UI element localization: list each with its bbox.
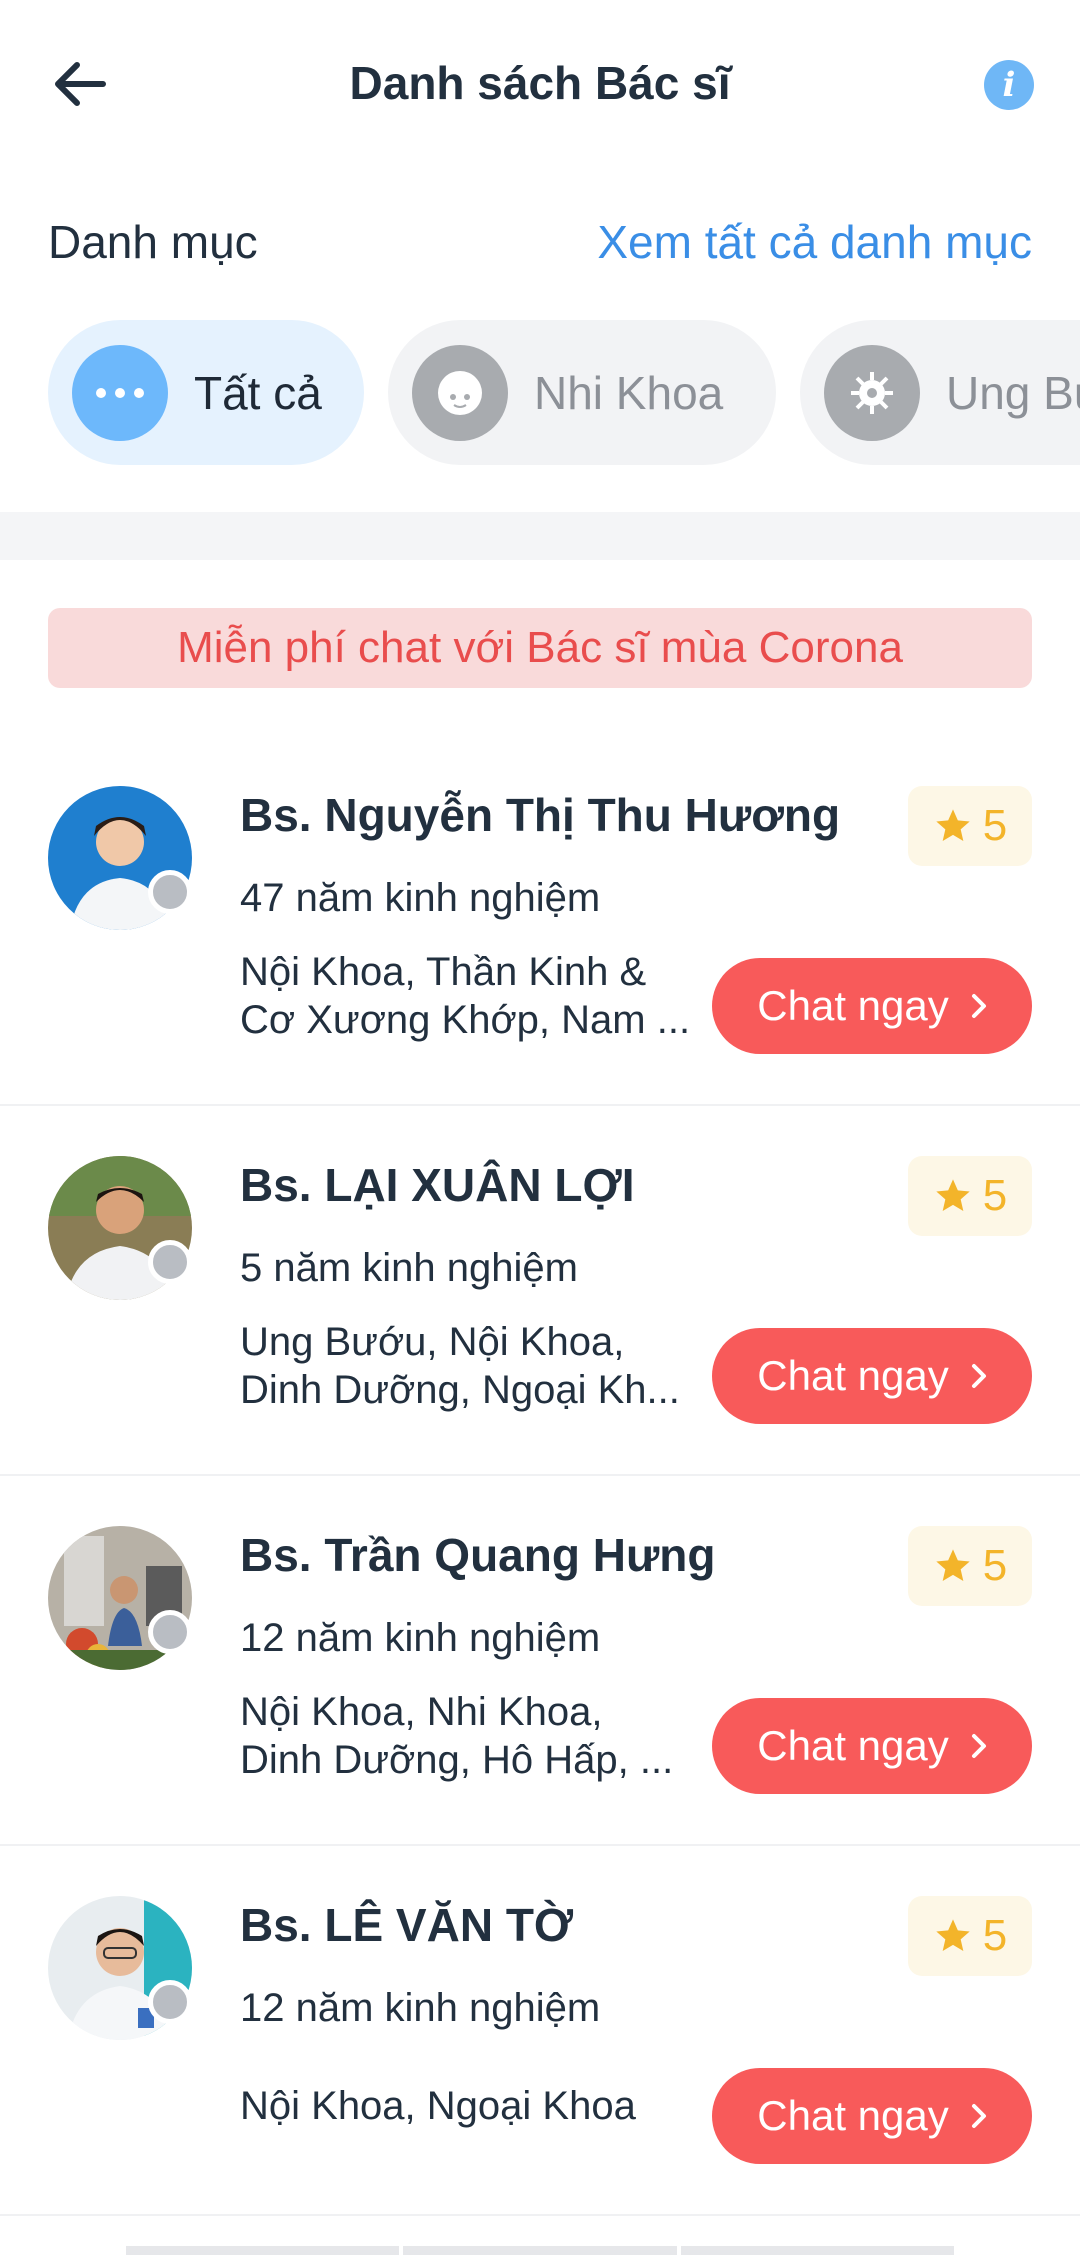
doctor-card[interactable]: Bs. LẠI XUÂN LỢI 5 5 năm kinh nghiệm Ung…	[0, 1106, 1080, 1476]
chat-button-label: Chat ngay	[757, 982, 949, 1029]
experience-text: 5 năm kinh nghiệm	[240, 1246, 578, 1290]
chip-all[interactable]: Tất cả	[48, 320, 364, 465]
chevron-right-icon	[971, 1364, 986, 1388]
rating-value: 5	[982, 1911, 1008, 1960]
category-heading: Danh mục	[48, 216, 258, 268]
tab-indicator-segment	[126, 2246, 400, 2255]
doctor-name: Bs. LẠI XUÂN LỢI	[240, 1159, 635, 1211]
chip-oncology[interactable]: Ung Bướu	[800, 320, 1080, 465]
page-title: Danh sách Bác sĩ	[349, 57, 731, 109]
specialties-line: Nội Khoa, Thần Kinh &	[240, 950, 647, 994]
bottom-tab-indicator	[126, 2246, 954, 2255]
virus-cell-icon	[824, 344, 920, 441]
category-chip-list: Tất cả Nhi Khoa Ung Bướu	[48, 320, 1080, 465]
doctor-name: Bs. Trần Quang Hưng	[240, 1529, 716, 1581]
chat-now-button[interactable]: Chat ngay	[712, 1698, 1032, 1794]
chip-label: Nhi Khoa	[534, 366, 724, 419]
promo-banner[interactable]: Miễn phí chat với Bác sĩ mùa Corona	[48, 608, 1032, 688]
specialties-line: Dinh Dưỡng, Hô Hấp, ...	[240, 1738, 674, 1782]
offline-status-dot	[148, 1240, 192, 1284]
specialties-text: Nội Khoa, Ngoại Khoa	[240, 2082, 700, 2130]
tab-indicator-segment	[403, 2246, 677, 2255]
chevron-right-icon	[971, 2104, 986, 2128]
rating-badge: 5	[908, 1896, 1032, 1976]
specialties-line: Cơ Xương Khớp, Nam ...	[240, 998, 691, 1042]
experience-text: 12 năm kinh nghiệm	[240, 1616, 601, 1660]
chip-label: Tất cả	[194, 366, 322, 419]
star-icon	[936, 1179, 970, 1211]
specialties-text: Nội Khoa, Nhi Khoa, Dinh Dưỡng, Hô Hấp, …	[240, 1688, 700, 1784]
offline-status-dot	[148, 1980, 192, 2024]
rating-value: 5	[982, 1171, 1008, 1220]
doctor-card[interactable]: Bs. Trần Quang Hưng 5 12 năm kinh nghiệm…	[0, 1476, 1080, 1846]
rating-badge: 5	[908, 1156, 1032, 1236]
info-icon[interactable]: i	[984, 60, 1034, 110]
star-icon	[936, 1919, 970, 1951]
rating-badge: 5	[908, 786, 1032, 866]
tab-indicator-segment	[680, 2246, 954, 2255]
chat-button-label: Chat ngay	[757, 1352, 949, 1399]
rating-badge: 5	[908, 1526, 1032, 1606]
chip-label: Ung Bướu	[946, 366, 1080, 419]
chat-button-label: Chat ngay	[757, 1722, 949, 1769]
view-all-categories-link[interactable]: Xem tất cả danh mục	[597, 215, 1032, 269]
specialties-line: Nội Khoa, Ngoại Khoa	[240, 2084, 636, 2128]
app-header: Danh sách Bác sĩ i	[0, 0, 1080, 170]
specialties-line: Nội Khoa, Nhi Khoa,	[240, 1690, 603, 1734]
chat-now-button[interactable]: Chat ngay	[712, 958, 1032, 1054]
more-dots-icon	[72, 344, 168, 441]
offline-status-dot	[148, 1610, 192, 1654]
offline-status-dot	[148, 870, 192, 914]
specialties-line: Ung Bướu, Nội Khoa,	[240, 1320, 625, 1364]
specialties-line: Dinh Dưỡng, Ngoại Kh...	[240, 1368, 680, 1412]
rating-value: 5	[982, 1541, 1008, 1590]
experience-text: 12 năm kinh nghiệm	[240, 1986, 601, 2030]
chevron-right-icon	[971, 1734, 986, 1758]
doctor-card[interactable]: Bs. Nguyễn Thị Thu Hương 5 47 năm kinh n…	[0, 736, 1080, 1106]
chat-button-label: Chat ngay	[757, 2092, 949, 2139]
section-divider	[0, 512, 1080, 560]
doctor-card[interactable]: Bs. LÊ VĂN TỜ 5 12 năm kinh nghiệm Nội K…	[0, 1846, 1080, 2216]
baby-face-icon	[412, 344, 508, 441]
chat-now-button[interactable]: Chat ngay	[712, 1328, 1032, 1424]
specialties-text: Ung Bướu, Nội Khoa, Dinh Dưỡng, Ngoại Kh…	[240, 1318, 700, 1414]
doctor-name: Bs. LÊ VĂN TỜ	[240, 1899, 574, 1951]
chip-pediatrics[interactable]: Nhi Khoa	[388, 320, 776, 465]
star-icon	[936, 809, 970, 841]
rating-value: 5	[982, 801, 1008, 850]
experience-text: 47 năm kinh nghiệm	[240, 876, 601, 920]
star-icon	[936, 1549, 970, 1581]
chevron-right-icon	[971, 994, 986, 1018]
doctor-name: Bs. Nguyễn Thị Thu Hương	[240, 789, 841, 841]
chat-now-button[interactable]: Chat ngay	[712, 2068, 1032, 2164]
specialties-text: Nội Khoa, Thần Kinh & Cơ Xương Khớp, Nam…	[240, 948, 700, 1044]
